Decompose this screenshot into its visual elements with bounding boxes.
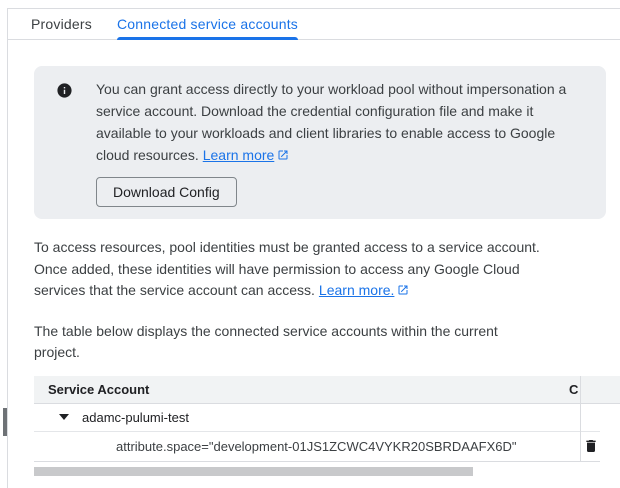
tab-bar: Providers Connected service accounts [8,8,620,40]
service-account-name: adamc-pulumi-test [82,410,189,425]
column-header-service-account: Service Account [48,382,149,397]
description-line: To access resources, pool identities mus… [34,237,620,259]
expander-triangle-down-icon[interactable] [59,414,69,420]
table-row-attribute: attribute.space="development-01JS1ZCWC4V… [34,432,600,461]
open-in-new-icon[interactable] [277,148,289,164]
info-icon [56,82,73,99]
learn-more-link[interactable]: Learn more [203,147,275,163]
info-text-line: service account. Download the credential… [96,100,582,122]
table-header-row: Service Account C [34,376,620,404]
table-row-service-account-group[interactable]: adamc-pulumi-test [34,404,600,432]
vertical-scrollbar-thumb[interactable] [3,408,7,436]
info-text-line: available to your workloads and client l… [96,122,582,144]
service-accounts-table: Service Account C adamc-pulumi-test attr… [34,376,600,462]
horizontal-scrollbar-track [34,467,600,476]
description-line: services that the service account can ac… [34,282,315,298]
info-banner-text: You can grant access directly to your wo… [96,78,582,167]
column-divider [580,376,581,461]
description-line: project. [34,342,620,364]
table-description: The table below displays the connected s… [34,321,620,364]
description-line: Once added, these identities will have p… [34,259,620,281]
tab-providers[interactable]: Providers [31,9,92,39]
horizontal-scrollbar-thumb[interactable] [34,467,473,476]
tab-connected-service-accounts[interactable]: Connected service accounts [117,9,298,39]
delete-trash-icon[interactable] [583,438,599,454]
pool-access-description: To access resources, pool identities mus… [34,237,620,303]
attribute-value: attribute.space="development-01JS1ZCWC4V… [116,439,517,454]
info-banner: You can grant access directly to your wo… [34,66,606,219]
info-text-line: You can grant access directly to your wo… [96,78,582,100]
open-in-new-icon[interactable] [397,283,409,299]
info-text-line: cloud resources. [96,147,199,163]
description-line: The table below displays the connected s… [34,321,620,343]
download-config-button[interactable]: Download Config [96,177,237,207]
learn-more-link-2[interactable]: Learn more. [319,282,394,298]
column-header-truncated: C [569,382,578,397]
page-content: Providers Connected service accounts You… [7,8,620,488]
